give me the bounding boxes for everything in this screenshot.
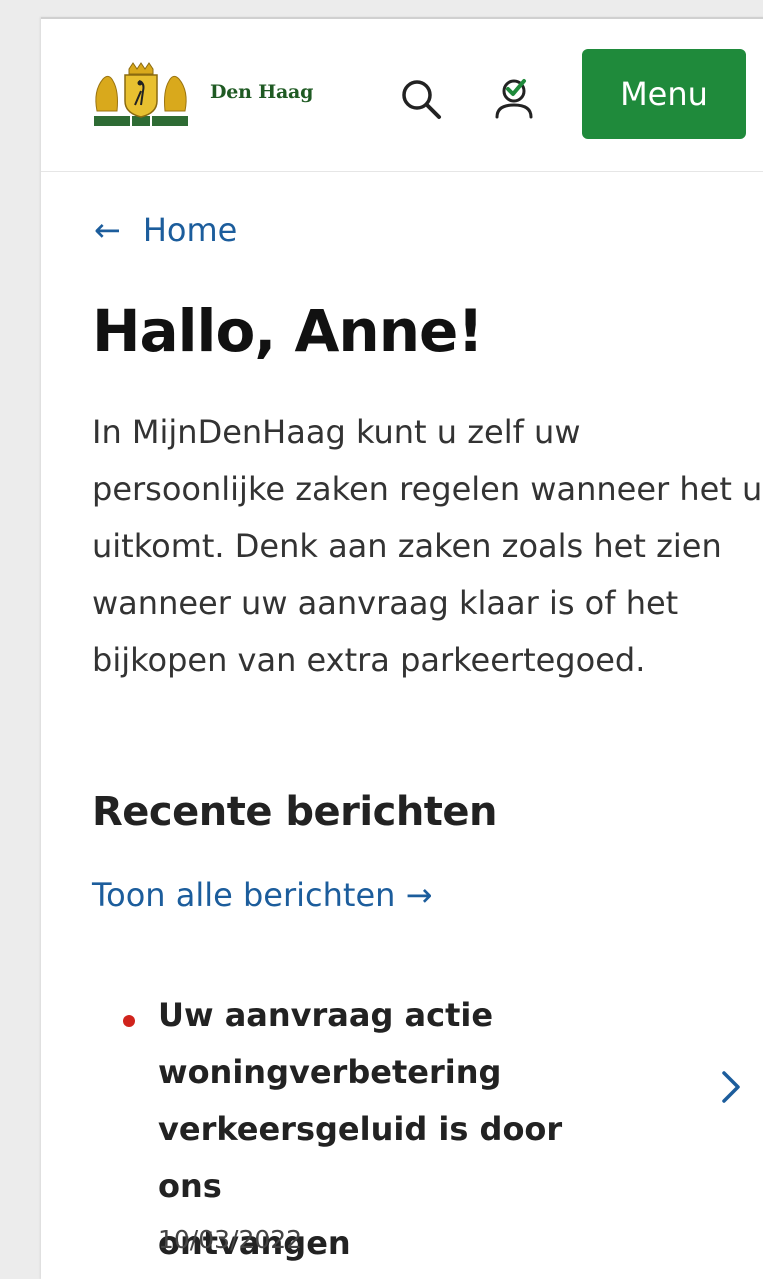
message-list-item[interactable]: Uw aanvraag actie woningverbetering verk… [123, 987, 743, 1277]
message-title-line: verkeersgeluid is door ons [158, 1110, 563, 1205]
intro-line: In MijnDenHaag kunt u zelf uw [92, 413, 581, 451]
page: Den Haag Menu ← Home Hallo, Anne! In Mij… [41, 17, 763, 1279]
message-date: 10/03/2022 [158, 1225, 303, 1254]
intro-line: persoonlijke zaken regelen wanneer het u [92, 470, 763, 508]
unread-dot-icon [123, 1015, 135, 1027]
message-title-line: woningverbetering [158, 1053, 502, 1091]
page-title: Hallo, Anne! [92, 297, 484, 365]
message-title-line: Uw aanvraag actie [158, 996, 494, 1034]
intro-line: uitkomt. Denk aan zaken zoals het zien [92, 527, 722, 565]
chevron-right-icon [722, 1071, 740, 1103]
breadcrumb-label: Home [142, 211, 238, 249]
logo-text: Den Haag [210, 81, 314, 103]
arrow-left-icon: ← [94, 211, 121, 249]
menu-button[interactable]: Menu [582, 49, 746, 139]
den-haag-crest-logo[interactable] [89, 61, 193, 131]
show-all-messages-link[interactable]: Toon alle berichten → [92, 876, 432, 914]
site-header: Den Haag Menu [41, 19, 763, 172]
recent-messages-heading: Recente berichten [92, 789, 498, 835]
intro-line: wanneer uw aanvraag klaar is of het [92, 584, 679, 622]
intro-text: In MijnDenHaag kunt u zelf uw persoonlij… [92, 404, 763, 689]
breadcrumb-back-home[interactable]: ← Home [94, 211, 237, 249]
account-check-icon[interactable] [491, 73, 541, 123]
intro-line: bijkopen van extra parkeertegoed. [92, 641, 646, 679]
search-icon[interactable] [397, 75, 445, 123]
